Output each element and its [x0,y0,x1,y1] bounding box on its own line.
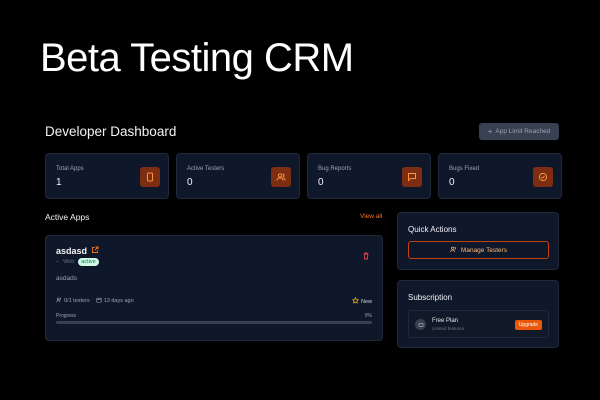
quick-actions-card: Quick Actions Manage Testers [397,212,559,270]
users-icon [56,297,62,305]
progress-label: Progress [56,313,77,319]
stat-card-bugs-fixed: Bugs Fixed 0 [438,153,562,199]
stat-value: 0 [318,177,324,188]
app-limit-button[interactable]: + App Limit Reached [479,123,559,140]
stat-label: Bugs Fixed [449,166,480,172]
stat-card-bug-reports: Bug Reports 0 [307,153,431,199]
dashboard-title: Developer Dashboard [45,124,177,139]
stat-card-total-apps: Total Apps 1 [45,153,169,199]
subscription-card: Subscription Free Plan Limited features … [397,280,559,348]
star-icon [351,296,360,306]
subscription-title: Subscription [408,293,453,302]
app-meta: 0/1 testers 13 days ago [56,297,134,305]
users-icon [271,167,291,187]
plan-icon [415,319,426,330]
hero-title: Beta Testing CRM [40,36,354,80]
app-testers: 0/1 testers [64,298,90,304]
new-tag: New [351,296,372,306]
progress-percent: 0% [364,313,372,319]
manage-testers-button[interactable]: Manage Testers [408,241,549,259]
stat-label: Bug Reports [318,166,352,172]
app-card[interactable]: asdasd – Web active asdads 0/1 testers 1… [45,235,383,341]
stat-label: Total Apps [56,166,84,172]
plan-box: Free Plan Limited features Upgrade [408,310,549,338]
globe-icon: – [56,259,60,265]
calendar-icon [96,297,102,305]
app-age: 13 days ago [103,298,134,304]
app-platform: Web [63,259,75,265]
stat-value: 1 [56,177,62,188]
quick-actions-title: Quick Actions [408,225,457,234]
stat-label: Active Testers [187,166,225,172]
message-icon [402,167,422,187]
external-link-icon[interactable] [91,246,99,256]
app-platform-row: – Web active [56,258,99,266]
view-all-link[interactable]: View all [360,213,382,220]
stat-value: 0 [449,177,455,188]
status-badge: active [78,258,99,266]
trash-icon[interactable] [362,247,370,260]
app-name-row: asdasd [56,246,99,256]
app-name: asdasd [56,246,88,256]
users-icon [450,246,457,255]
check-circle-icon [533,167,553,187]
app-limit-label: App Limit Reached [495,128,551,135]
stat-card-active-testers: Active Testers 0 [176,153,300,199]
new-label: New [360,298,372,305]
app-description: asdads [56,275,77,282]
phone-icon [140,167,160,187]
plan-description: Limited features [432,326,465,331]
active-apps-title: Active Apps [45,212,90,222]
manage-testers-label: Manage Testers [460,246,508,254]
plan-name: Free Plan [432,318,459,324]
progress-bar [56,321,372,324]
stat-value: 0 [187,177,193,188]
upgrade-button[interactable]: Upgrade [514,320,542,330]
plus-icon: + [487,126,493,136]
